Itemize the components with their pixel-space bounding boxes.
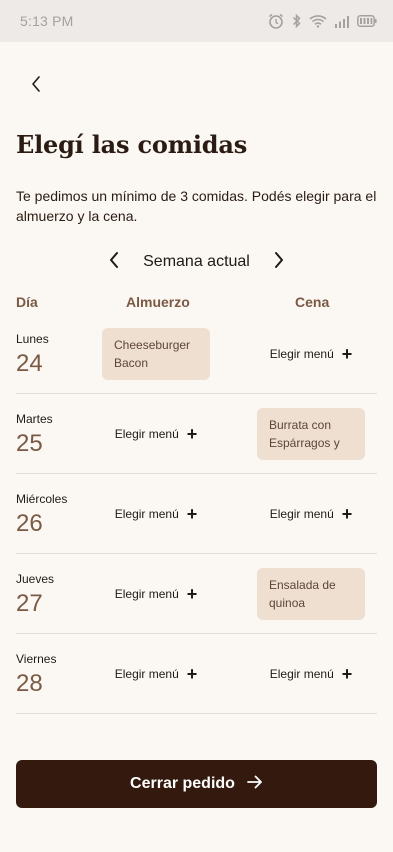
day-number: 28 bbox=[16, 670, 43, 697]
plus-icon: + bbox=[341, 504, 353, 524]
page-title: Elegí las comidas bbox=[16, 130, 248, 159]
day-name: Lunes bbox=[16, 332, 49, 346]
day-number: 26 bbox=[16, 510, 43, 537]
dinner-cell: Elegir menú + bbox=[257, 314, 365, 394]
choose-menu-label: Elegir menú bbox=[269, 347, 334, 361]
selected-meal-chip[interactable]: Burrata con Espárragos y ... bbox=[257, 408, 365, 460]
plus-icon: + bbox=[186, 584, 198, 604]
day-name: Viernes bbox=[16, 652, 57, 666]
lunch-cell: Elegir menú + bbox=[102, 554, 210, 634]
next-week-button[interactable] bbox=[268, 249, 290, 275]
wifi-icon bbox=[309, 14, 327, 28]
signal-icon bbox=[334, 15, 350, 28]
choose-menu-button[interactable]: Elegir menú + bbox=[257, 664, 365, 684]
choose-menu-label: Elegir menú bbox=[114, 427, 179, 441]
page-subtitle: Te pedimos un mínimo de 3 comidas. Podés… bbox=[16, 188, 377, 224]
column-header-lunch: Almuerzo bbox=[126, 294, 190, 310]
lunch-cell: Elegir menú + bbox=[102, 394, 210, 474]
close-order-button[interactable]: Cerrar pedido bbox=[16, 760, 377, 808]
plus-icon: + bbox=[186, 504, 198, 524]
plus-icon: + bbox=[186, 664, 198, 684]
day-row-jueves: Jueves 27 Elegir menú + Ensalada de quin… bbox=[16, 554, 377, 634]
day-row-martes: Martes 25 Elegir menú + Burrata con Espá… bbox=[16, 394, 377, 474]
chevron-right-icon bbox=[273, 251, 285, 274]
day-name: Miércoles bbox=[16, 492, 68, 506]
day-row-viernes: Viernes 28 Elegir menú + Elegir menú + bbox=[16, 634, 377, 714]
status-bar: 5:13 PM bbox=[0, 0, 393, 42]
selected-meal-chip[interactable]: Ensalada de quinoa bbox=[257, 568, 365, 620]
status-time: 5:13 PM bbox=[20, 13, 74, 29]
selected-meal-chip[interactable]: Cheeseburger Bacon bbox=[102, 328, 210, 380]
column-header-dinner: Cena bbox=[295, 294, 330, 310]
choose-menu-button[interactable]: Elegir menú + bbox=[102, 504, 210, 524]
bluetooth-icon bbox=[292, 13, 302, 29]
previous-week-button[interactable] bbox=[103, 249, 125, 275]
day-number: 27 bbox=[16, 590, 43, 617]
day-name: Martes bbox=[16, 412, 53, 426]
lunch-cell: Cheeseburger Bacon bbox=[102, 314, 210, 394]
battery-icon bbox=[357, 15, 377, 27]
choose-menu-button[interactable]: Elegir menú + bbox=[257, 504, 365, 524]
day-number: 25 bbox=[16, 430, 43, 457]
week-label: Semana actual bbox=[143, 253, 250, 270]
day-number: 24 bbox=[16, 350, 43, 377]
close-order-label: Cerrar pedido bbox=[130, 775, 235, 792]
week-navigator: Semana actual bbox=[0, 249, 393, 275]
dinner-cell: Ensalada de quinoa bbox=[257, 554, 365, 634]
dinner-cell: Burrata con Espárragos y ... bbox=[257, 394, 365, 474]
chevron-left-icon bbox=[108, 251, 120, 274]
back-button[interactable] bbox=[20, 70, 52, 102]
lunch-cell: Elegir menú + bbox=[102, 634, 210, 714]
choose-menu-label: Elegir menú bbox=[269, 667, 334, 681]
lunch-cell: Elegir menú + bbox=[102, 474, 210, 554]
meal-schedule: Lunes 24 Cheeseburger Bacon Elegir menú … bbox=[16, 314, 377, 714]
choose-menu-button[interactable]: Elegir menú + bbox=[102, 424, 210, 444]
choose-menu-button[interactable]: Elegir menú + bbox=[257, 344, 365, 364]
alarm-icon bbox=[267, 13, 285, 29]
dinner-cell: Elegir menú + bbox=[257, 634, 365, 714]
day-row-miercoles: Miércoles 26 Elegir menú + Elegir menú + bbox=[16, 474, 377, 554]
status-icons bbox=[267, 13, 377, 29]
choose-menu-label: Elegir menú bbox=[114, 587, 179, 601]
day-name: Jueves bbox=[16, 572, 55, 586]
dinner-cell: Elegir menú + bbox=[257, 474, 365, 554]
column-header-day: Día bbox=[16, 294, 38, 310]
choose-menu-label: Elegir menú bbox=[269, 507, 334, 521]
chevron-left-icon bbox=[30, 75, 42, 98]
day-row-lunes: Lunes 24 Cheeseburger Bacon Elegir menú … bbox=[16, 314, 377, 394]
plus-icon: + bbox=[341, 664, 353, 684]
plus-icon: + bbox=[186, 424, 198, 444]
choose-menu-label: Elegir menú bbox=[114, 667, 179, 681]
choose-menu-button[interactable]: Elegir menú + bbox=[102, 584, 210, 604]
plus-icon: + bbox=[341, 344, 353, 364]
choose-menu-label: Elegir menú bbox=[114, 507, 179, 521]
choose-menu-button[interactable]: Elegir menú + bbox=[102, 664, 210, 684]
arrow-right-icon bbox=[247, 775, 263, 794]
